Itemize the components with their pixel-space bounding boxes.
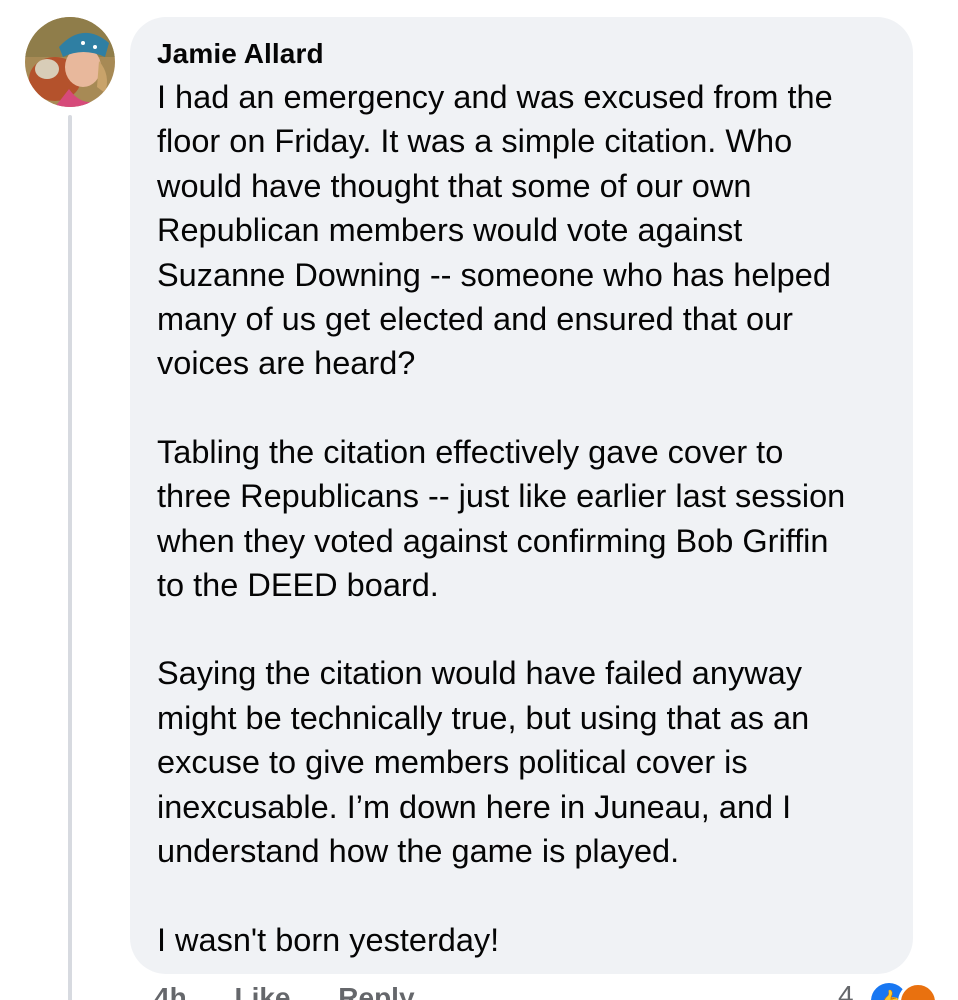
comment-paragraph: Saying the citation would have failed an… (157, 651, 889, 873)
comment-line: I had an emergency and was excused from … (157, 79, 833, 115)
comment-paragraph: I wasn't born yesterday! (157, 918, 889, 962)
avatar[interactable] (25, 17, 115, 107)
comment-line: many of us get elected and ensured that … (157, 301, 793, 338)
comment-timestamp[interactable]: 4h (154, 982, 187, 1000)
comment-paragraph: Tabling the citation effectively gave co… (157, 430, 889, 608)
comment-line: floor on Friday. It was a simple citatio… (157, 123, 793, 160)
thread-line (68, 115, 72, 1000)
comment-line: voices are heard? (157, 345, 416, 382)
like-button[interactable]: Like (234, 982, 290, 1000)
comment-line: understand how the game is played. (157, 833, 680, 870)
comment-line: I wasn't born yesterday! (157, 921, 500, 958)
reactions-summary[interactable]: 4 👍 (838, 980, 958, 1000)
comment-line: excuse to give members political cover i… (157, 744, 748, 781)
reply-button[interactable]: Reply (338, 982, 414, 1000)
comment-line: to the DEED board. (157, 567, 439, 604)
comment-line: Republican members would vote against (157, 212, 743, 249)
comment-actions: 4h Like Reply (154, 982, 455, 1000)
comment-author[interactable]: Jamie Allard (157, 37, 889, 71)
comment-line: three Republicans -- just like earlier l… (157, 478, 846, 515)
comment-line: might be technically true, but using tha… (157, 699, 810, 736)
comment-text: I had an emergency and was excused from … (157, 75, 889, 962)
avatar-photo (25, 17, 115, 107)
comment-line: would have thought that some of our own (157, 167, 752, 204)
comment-line: when they voted against confirming Bob G… (157, 522, 829, 559)
comment-line: Suzanne Downing -- someone who has helpe… (157, 256, 831, 293)
angry-reaction-icon (898, 982, 938, 1000)
comment-paragraph: I had an emergency and was excused from … (157, 75, 889, 386)
comment-line: Saying the citation would have failed an… (157, 655, 802, 692)
comment-view: Jamie Allard I had an emergency and was … (0, 0, 958, 1000)
comment-line: Tabling the citation effectively gave co… (157, 433, 784, 470)
comment-line: inexcusable. I’m down here in Juneau, an… (157, 788, 792, 825)
comment-bubble: Jamie Allard I had an emergency and was … (130, 17, 913, 974)
reaction-count: 4 (838, 980, 854, 1000)
